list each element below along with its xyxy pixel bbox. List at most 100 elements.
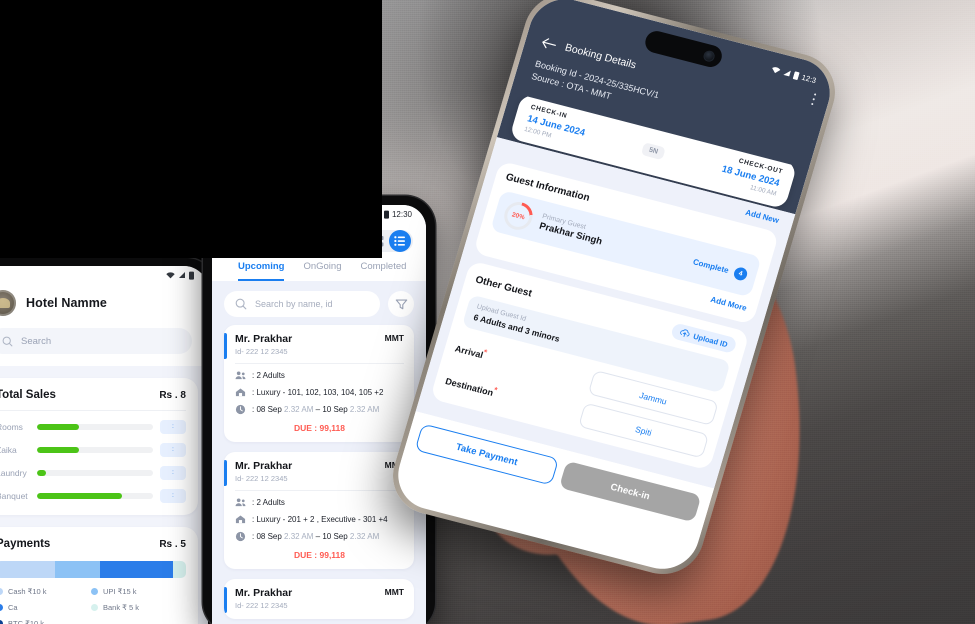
legend-color-dot — [0, 588, 3, 595]
booking-identity: Mr. Prakhar Id- 222 12 2345 — [235, 460, 292, 483]
guest-name: Mr. Prakhar — [235, 460, 293, 472]
legend-color-dot — [91, 588, 98, 595]
sales-row-fill — [37, 493, 122, 499]
booking-card-header: Mr. PrakharId- 222 12 2345 MMT — [224, 587, 404, 610]
tab-completed[interactable]: Completed — [360, 261, 406, 281]
payments-amount: Rs . 5 — [159, 539, 186, 550]
booking-card-header: Mr. PrakharId- 222 12 2345 MMT — [224, 333, 404, 356]
list-view-icon[interactable] — [389, 230, 411, 252]
search-placeholder: Search by name, id — [255, 299, 333, 309]
sales-row-track — [37, 470, 153, 476]
black-backdrop-top — [0, 0, 382, 258]
booking-list-phone: 12:30 Bookin — [203, 196, 435, 624]
sales-row-value: : — [160, 443, 186, 457]
date-from: : 08 Sep — [252, 405, 282, 414]
battery-icon — [793, 70, 800, 80]
booking-card[interactable]: Mr. PrakharId- 222 12 2345 MMT : 2 Adults:… — [224, 325, 414, 442]
search-placeholder: Search — [21, 335, 52, 347]
divider — [0, 410, 186, 411]
sales-row-track — [37, 424, 153, 430]
card-accent-bar — [224, 460, 227, 486]
sales-row-track — [37, 493, 153, 499]
dates-text: : 08 Sep 2.32 AM – 10 Sep 2.32 AM — [252, 532, 379, 541]
payments-stacked-bar — [0, 561, 186, 578]
search-icon — [2, 336, 13, 347]
completion-ring: 20% — [500, 198, 536, 233]
booking-identity: Mr. Prakhar Id- 222 12 2345 — [235, 587, 292, 610]
tab-enqu[interactable]: Enqu — [425, 261, 426, 281]
rooms-text: : Luxury - 101, 102, 103, 104, 105 +2 — [252, 388, 384, 397]
arrival-label: Arrival* — [453, 343, 489, 361]
search-input[interactable]: Search — [0, 328, 192, 354]
payments-title: Payments — [0, 538, 51, 550]
booking-source: MMT — [384, 587, 404, 597]
status-time: 12:3 — [800, 72, 818, 85]
card-accent-bar — [224, 333, 227, 359]
guest-name: Mr. Prakhar — [235, 587, 293, 599]
legend-label: Ca — [8, 603, 18, 612]
signal-icon — [782, 68, 792, 78]
booking-identity: Mr. Prakhar Id- 222 12 2345 — [235, 333, 292, 356]
booking-list-screen: 12:30 Bookin — [212, 205, 426, 624]
search-row: Search by name, id — [212, 281, 426, 325]
time-to: 2.32 AM — [349, 532, 380, 541]
payment-segment — [100, 561, 173, 578]
time-to: 2.32 AM — [349, 405, 380, 414]
date-dash: – — [315, 405, 321, 414]
destination-label: Destination* — [444, 376, 499, 398]
sales-row-fill — [37, 424, 79, 430]
total-sales-header: Total Sales Rs . 8 — [0, 389, 186, 401]
people-icon — [235, 497, 246, 508]
bed-icon — [235, 514, 246, 525]
dates-row: : 08 Sep 2.32 AM – 10 Sep 2.32 AM — [224, 531, 404, 542]
guest-count-badge: 4 — [732, 265, 749, 282]
legend-color-dot — [0, 620, 3, 624]
payment-legend-item: Cash ₹10 k — [0, 587, 91, 596]
sales-row: Laundry: — [0, 466, 186, 480]
check-in-block: CHECK-IN 14 June 2024 12:00 PM — [523, 104, 589, 148]
due-amount: DUE : 99,118 — [293, 550, 346, 560]
date-to: 10 Sep — [322, 405, 348, 414]
booking-source: MMT — [384, 333, 404, 343]
divider — [235, 363, 404, 364]
total-sales-amount: Rs . 8 — [159, 390, 186, 401]
guest-actions: Complete 4 — [691, 255, 749, 282]
other-guest-title: Other Guest — [474, 273, 534, 299]
card-accent-bar — [224, 587, 227, 613]
filter-icon[interactable] — [388, 291, 414, 317]
divider — [235, 490, 404, 491]
tab-upcoming[interactable]: Upcoming — [238, 261, 285, 281]
tab-ongoing[interactable]: OnGoing — [303, 261, 341, 281]
sales-row-fill — [37, 447, 79, 453]
search-input[interactable]: Search by name, id — [224, 291, 380, 317]
booking-id: Id- 222 12 2345 — [235, 474, 288, 483]
payments-legend: Cash ₹10 k UPI ₹15 k Ca Bank ₹ 5 k BTC ₹10 k — [0, 587, 186, 624]
total-sales-card: Total Sales Rs . 8 Rooms:Zaika:Laundry:B… — [0, 378, 198, 515]
dashboard-phone: Hotel Namme Search Total Sales Rs . 8 Ro… — [0, 258, 216, 624]
sales-row: Banquet: — [0, 489, 186, 503]
due-amount: DUE : 99,118 — [293, 423, 346, 433]
sales-row: Rooms: — [0, 420, 186, 434]
legend-label: Bank ₹ 5 k — [103, 603, 140, 612]
date-dash: – — [315, 532, 321, 541]
date-to: 10 Sep — [322, 532, 348, 541]
legend-color-dot — [0, 604, 3, 611]
booking-card[interactable]: Mr. PrakharId- 222 12 2345MMT: 2 Adults:… — [224, 452, 414, 569]
booking-card[interactable]: Mr. Prakhar Id- 222 12 2345 MMT — [224, 579, 414, 619]
guests-text: : 2 Adults — [252, 498, 285, 507]
sales-row-value: : — [160, 420, 186, 434]
sales-row-value: : — [160, 466, 186, 480]
sales-row-fill — [37, 470, 47, 476]
payment-legend-item: Ca — [0, 603, 91, 612]
clock-icon — [235, 404, 246, 415]
time-from: 2.32 AM — [284, 405, 314, 414]
time-from: 2.32 AM — [284, 532, 314, 541]
guests-row: : 2 Adults — [224, 370, 404, 381]
clock-icon — [235, 531, 246, 542]
complete-link[interactable]: Complete — [692, 257, 730, 275]
dates-row: : 08 Sep 2.32 AM – 10 Sep 2.32 AM — [224, 404, 404, 415]
battery-icon — [189, 271, 194, 280]
booking-card-header: Mr. PrakharId- 222 12 2345MMT — [224, 460, 404, 483]
payment-legend-item: BTC ₹10 k — [0, 619, 91, 624]
sales-row-label: Rooms — [0, 422, 23, 432]
